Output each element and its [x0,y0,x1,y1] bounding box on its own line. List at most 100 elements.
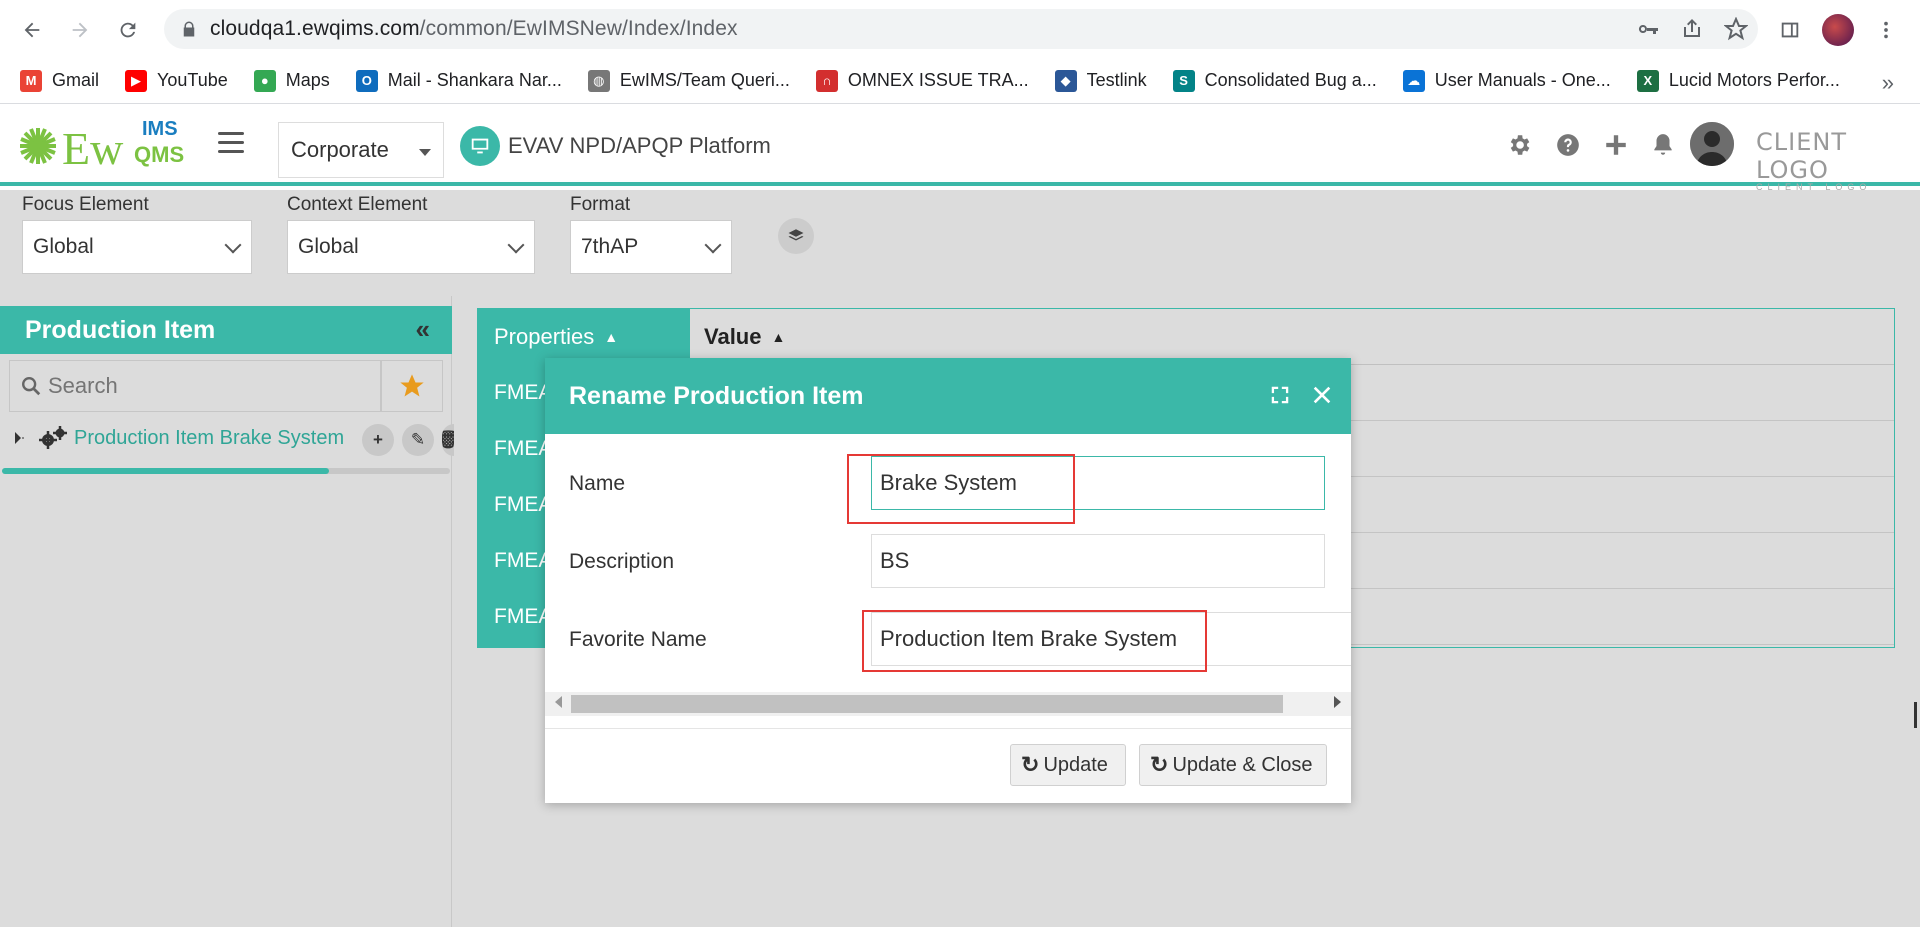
url-host: cloudqa1.ewqims.com [210,17,420,40]
tree-scrollbar-thumb[interactable] [2,468,330,474]
bookmark-item[interactable]: M Gmail [20,69,100,92]
globe-icon: ◍ [587,69,610,92]
focus-element-select[interactable]: Global [22,220,252,274]
format-select[interactable]: 7thAP [570,220,732,274]
context-element-select[interactable]: Global [287,220,535,274]
share-icon[interactable] [1680,17,1704,41]
close-icon[interactable] [1311,384,1333,406]
scrollbar-thumb[interactable] [571,695,1283,713]
client-logo: CLIENT LOGO CLIENT LOGO [1756,128,1920,192]
scroll-right-icon[interactable] [1334,696,1341,708]
dialog-horizontal-scrollbar[interactable] [545,692,1351,716]
notifications-button[interactable] [1650,132,1676,158]
description-input[interactable] [871,534,1325,588]
tree-expand-icon[interactable] [12,428,24,448]
hamburger-menu-icon[interactable] [218,132,244,154]
bookmark-label: Gmail [52,70,100,90]
maximize-icon[interactable] [1269,384,1291,406]
organization-select-value: Corporate [291,137,389,162]
update-close-button[interactable]: ↻ Update & Close [1139,744,1327,786]
omnex-icon: ∩ [815,69,838,92]
platform-title-text: EVAV NPD/APQP Platform [508,133,771,158]
chevron-down-icon [224,236,242,254]
dialog-footer-divider [545,728,1351,729]
platform-title[interactable]: EVAV NPD/APQP Platform [460,126,771,166]
highlight-box-favorite-name [862,610,1207,672]
bookmark-item[interactable]: ◆ Testlink [1054,69,1147,92]
format-label: Format [570,194,631,215]
focus-element-value: Global [33,235,94,258]
profile-avatar [1822,14,1854,46]
tree-item-label: Production Item Brake System [74,426,345,449]
value-header-text: Value [704,323,762,349]
user-silhouette-icon [1690,122,1734,166]
user-avatar[interactable] [1690,122,1734,166]
update-button[interactable]: ↻ Update [1010,744,1126,786]
youtube-icon: ▶ [125,69,148,92]
bookmark-item[interactable]: O Mail - Shankara Nar... [355,69,562,92]
bookmark-label: OMNEX ISSUE TRA... [847,70,1029,90]
gear-icon [1510,135,1530,155]
monitor-icon [460,126,500,166]
star-bookmark-icon[interactable] [1724,17,1748,41]
reload-button[interactable] [110,12,146,48]
add-button[interactable] [1603,132,1629,158]
chrome-menu-button[interactable] [1868,12,1904,48]
name-label: Name [569,472,626,495]
bookmark-item[interactable]: S Consolidated Bug a... [1172,69,1377,92]
description-label: Description [569,550,675,573]
bookmark-item[interactable]: ☁ User Manuals - One... [1402,69,1611,92]
update-close-button-label: Update & Close [1172,753,1313,776]
layers-icon [788,229,804,241]
update-button-label: Update [1043,753,1108,776]
bookmark-label: User Manuals - One... [1434,70,1611,90]
search-input[interactable] [48,373,368,399]
panel-header: Production Item « [0,306,452,354]
url-text: cloudqa1.ewqims.com/common/EwIMSNew/Inde… [210,17,738,41]
logo-text: Ew [62,123,124,174]
settings-button[interactable] [1506,132,1532,158]
layers-button[interactable] [778,218,814,254]
gmail-icon: M [20,69,42,92]
favorite-button[interactable] [381,360,443,412]
edit-item-button[interactable]: ✎ [402,424,434,456]
value-column-header[interactable]: Value ▲ [690,309,1894,365]
omnibox-icons [1636,17,1748,41]
bookmarks-more-button[interactable]: » [1882,70,1894,96]
forward-button[interactable] [62,12,98,48]
bookmark-item[interactable]: ● Maps [253,69,330,92]
highlight-box-name [847,454,1075,524]
ewqims-logo[interactable]: Ew IMS QMS [18,118,194,174]
bookmark-item[interactable]: ◍ EwIMS/Team Queri... [587,69,790,92]
bookmark-label: Consolidated Bug a... [1204,70,1377,90]
bookmark-label: Lucid Motors Perfor... [1668,70,1840,90]
context-element-filter: Context Element Global [287,190,535,274]
help-button[interactable] [1555,132,1581,158]
bookmark-label: Maps [285,70,330,90]
bookmark-item[interactable]: ▶ YouTube [125,69,228,92]
delete-item-button[interactable]: 🗑 [442,424,454,456]
side-panel-button[interactable] [1772,12,1808,48]
address-bar[interactable]: cloudqa1.ewqims.com/common/EwIMSNew/Inde… [164,9,1758,49]
refresh-icon: ↻ [1150,752,1169,777]
chevron-down-icon [507,236,525,254]
logo-sup-top: IMS [142,118,178,140]
maps-icon: ● [253,69,276,92]
format-value: 7thAP [581,235,639,258]
properties-column-header[interactable]: Properties ▲ [478,309,690,365]
profile-button[interactable] [1820,12,1856,48]
back-button[interactable] [14,12,50,48]
dialog-title: Rename Production Item [569,381,864,410]
bookmark-item[interactable]: X Lucid Motors Perfor... [1636,69,1840,92]
tree-scrollbar[interactable] [2,468,450,474]
app-header: Ew IMS QMS Corporate EVAV NPD/APQP Platf… [0,104,1920,192]
collapse-panel-button[interactable]: « [416,314,430,345]
caret-down-icon [419,149,431,156]
key-icon[interactable] [1636,17,1660,41]
kebab-menu-icon [1884,21,1888,39]
organization-select[interactable]: Corporate [278,122,444,178]
add-child-button[interactable]: + [362,424,394,456]
scroll-left-icon[interactable] [555,696,562,708]
bookmark-item[interactable]: ∩ OMNEX ISSUE TRA... [815,69,1029,92]
url-path: /common/EwIMSNew/Index/Index [419,17,738,40]
